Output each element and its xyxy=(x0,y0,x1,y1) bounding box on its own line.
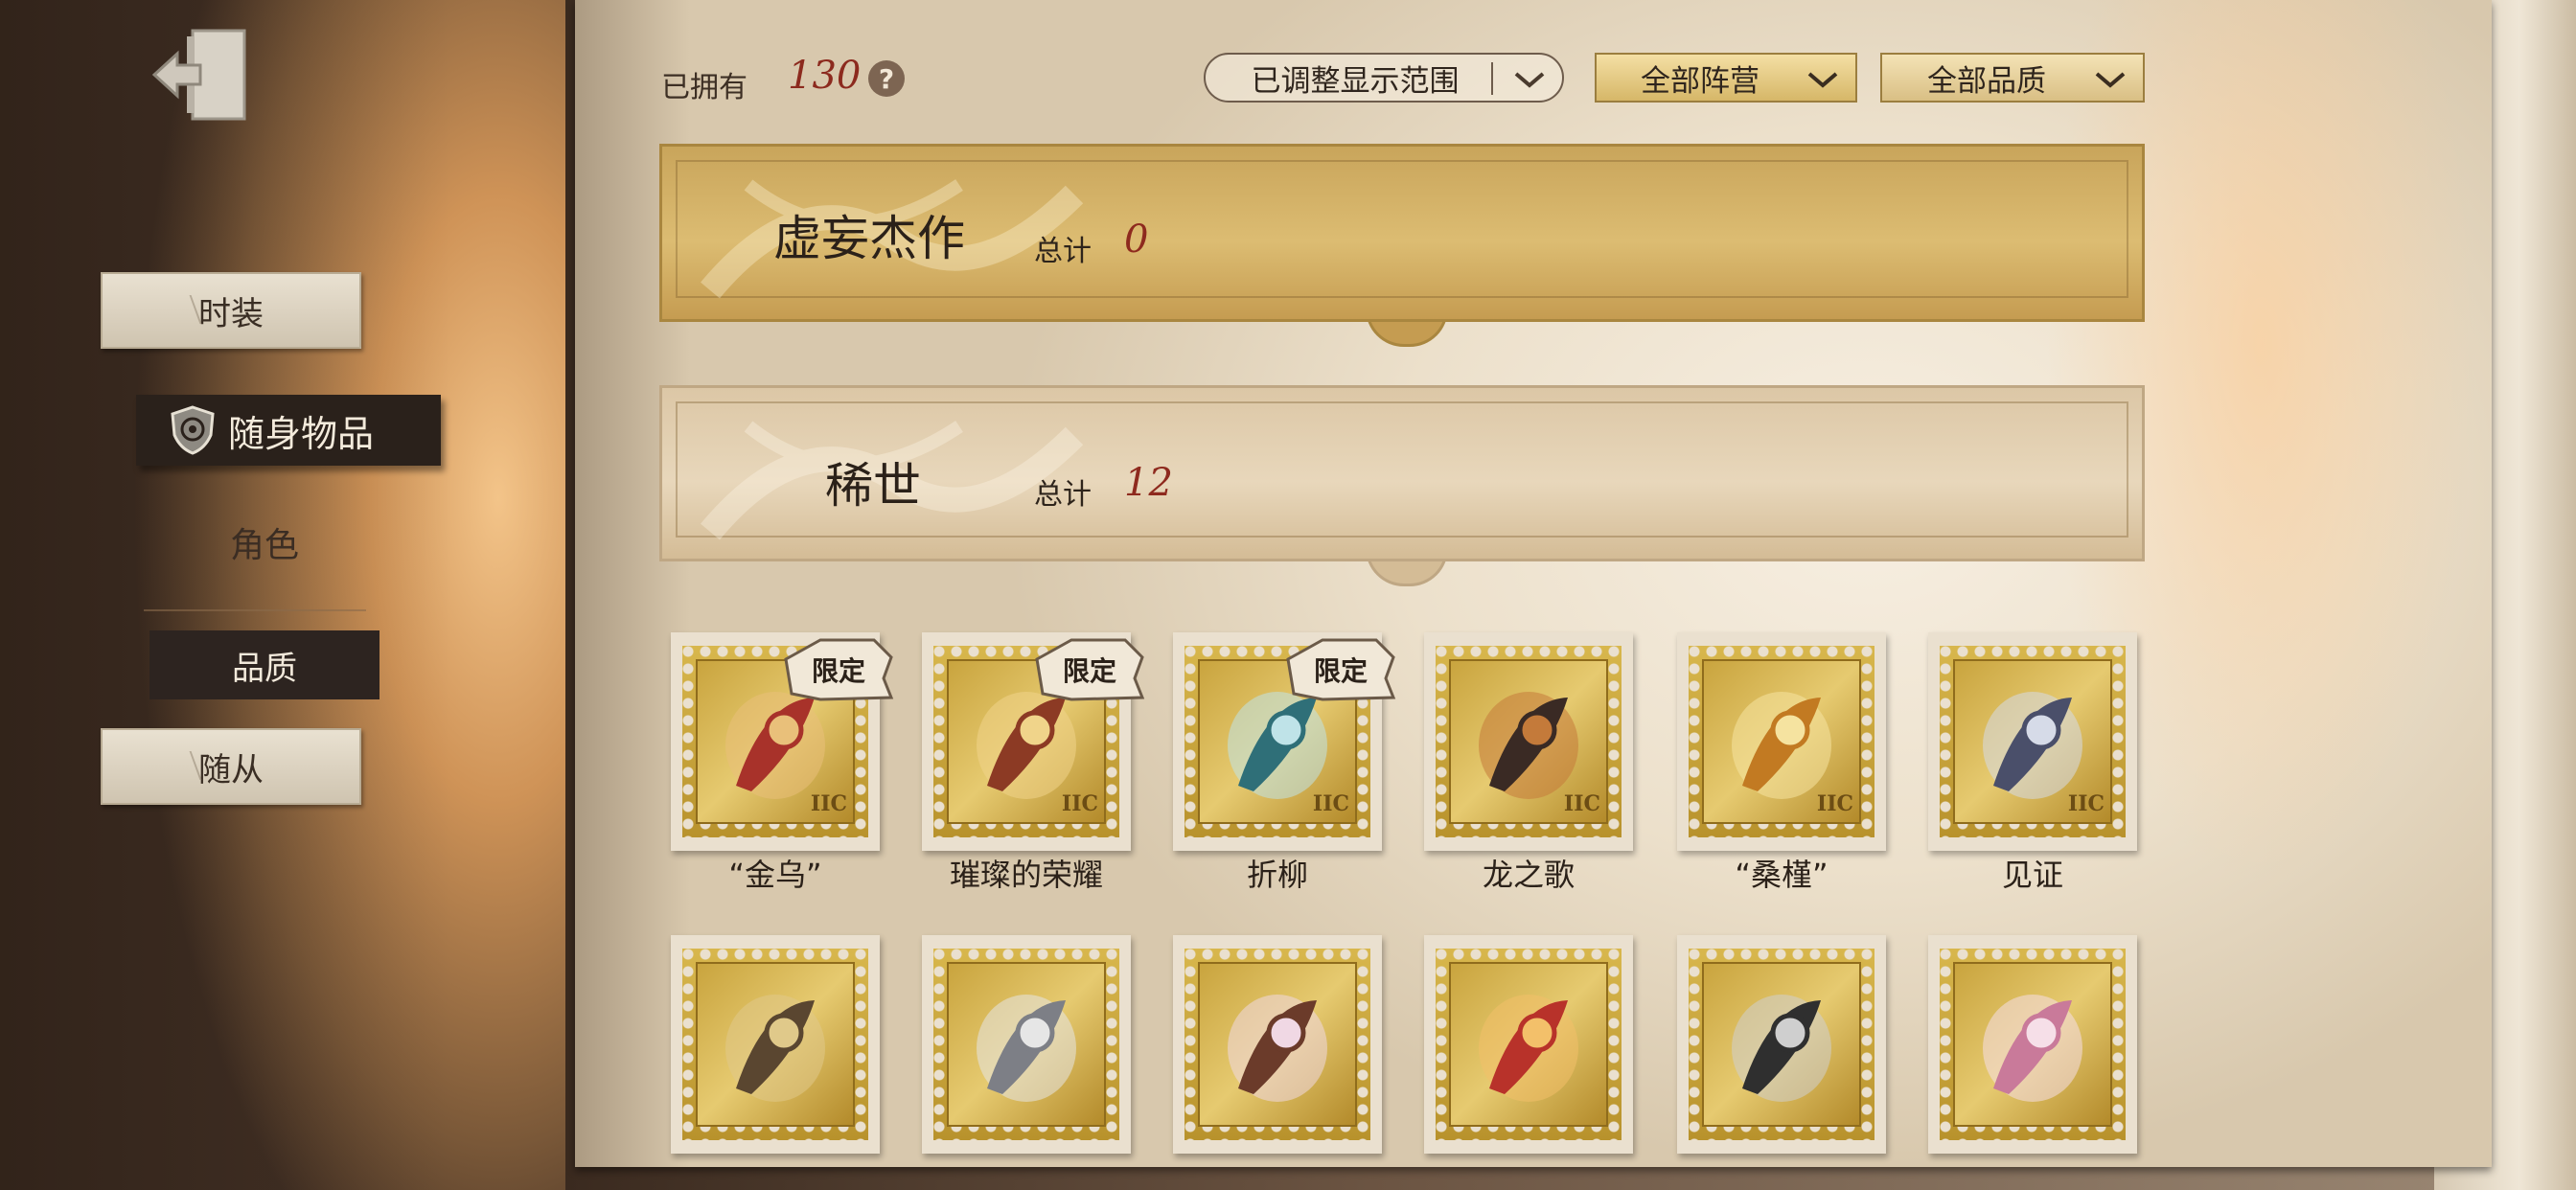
doll-icon xyxy=(1228,995,1327,1102)
sidebar-item-label: 品质 xyxy=(232,649,297,688)
item-name: “桑槿” xyxy=(1735,857,1828,893)
item-name: 见证 xyxy=(2001,857,2063,893)
banner-body: 虚妄杰作 总计 0 xyxy=(659,144,2145,322)
stamp-frame xyxy=(1940,949,2126,1140)
sidebar-item-quality[interactable]: 品质 xyxy=(150,630,380,699)
stamp-mark: IIC xyxy=(1312,791,1349,816)
phoenix-icon xyxy=(1479,995,1578,1102)
group-title: 稀世 xyxy=(825,458,921,514)
item-name: 折柳 xyxy=(1246,857,1308,893)
dropdown-label: 全部品质 xyxy=(1927,63,2046,99)
dropdown-separator xyxy=(1491,62,1493,95)
limited-tag: 限定 xyxy=(1284,636,1397,703)
sidebar-item-label: 随身物品 xyxy=(228,412,375,455)
group-total-value: 0 xyxy=(1124,217,1149,262)
banner-body: 稀世 总计 12 xyxy=(659,385,2145,561)
owned-count: 130 xyxy=(788,54,862,98)
help-icon[interactable]: ? xyxy=(868,60,905,97)
limited-tag-label: 限定 xyxy=(1313,655,1368,687)
group-total-label: 总计 xyxy=(1034,478,1092,512)
owned-label: 已拥有 xyxy=(661,71,748,104)
sidebar-item-accessories[interactable]: 随身物品 xyxy=(136,395,441,466)
quality-dropdown[interactable]: 全部品质 xyxy=(1880,53,2145,103)
stamp-frame xyxy=(1436,949,1622,1140)
limited-tag: 限定 xyxy=(1033,636,1146,703)
stamp-frame: IIC xyxy=(1436,646,1622,837)
sidebar-item-fashion[interactable]: 时装 xyxy=(101,272,361,349)
sidebar-item-character[interactable]: 角色 xyxy=(230,517,299,567)
faction-dropdown[interactable]: 全部阵营 xyxy=(1595,53,1857,103)
stamp-frame xyxy=(682,949,868,1140)
chevron-down-icon xyxy=(1514,72,1545,88)
group-total-value: 12 xyxy=(1124,461,1173,505)
sidebar-shade xyxy=(0,0,565,1190)
winged-helmet-icon xyxy=(977,995,1076,1102)
limited-tag-label: 限定 xyxy=(811,655,865,687)
group-total-label: 总计 xyxy=(1034,235,1092,268)
blossom-icon xyxy=(1983,995,2082,1102)
stamp-frame xyxy=(933,949,1119,1140)
stamp-frame: IIC xyxy=(1940,646,2126,837)
group-banner-rare[interactable]: 稀世 总计 12 xyxy=(659,385,2145,586)
stamp-mark: IIC xyxy=(2067,791,2104,816)
stamp-frame xyxy=(1689,949,1874,1140)
stamp-frame: IIC xyxy=(1689,646,1874,837)
dropdown-label: 已调整显示范围 xyxy=(1251,63,1460,99)
stamp-mark: IIC xyxy=(1563,791,1600,816)
chevron-down-icon xyxy=(2095,72,2126,88)
sidebar-item-follower[interactable]: 随从 xyxy=(101,728,361,805)
scroll-icon xyxy=(725,995,825,1102)
exit-icon[interactable] xyxy=(149,21,256,128)
chevron-down-icon xyxy=(1807,72,1838,88)
stamp-mark: IIC xyxy=(1816,791,1853,816)
group-banner-masterpiece[interactable]: 虚妄杰作 总计 0 xyxy=(659,144,2145,347)
dropdown-label: 全部阵营 xyxy=(1641,63,1760,99)
limited-tag: 限定 xyxy=(782,636,895,703)
group-title: 虚妄杰作 xyxy=(773,211,965,266)
sidebar: 时装 随身物品 角色 品质 随从 xyxy=(0,0,565,1190)
limited-tag-label: 限定 xyxy=(1062,655,1116,687)
stamp-frame xyxy=(1184,949,1370,1140)
item-name: 璀璨的荣耀 xyxy=(949,857,1103,893)
stamp-mark: IIC xyxy=(1061,791,1098,816)
item-name: “金乌” xyxy=(728,857,822,893)
item-name: 龙之歌 xyxy=(1482,857,1575,893)
stamp-mark: IIC xyxy=(810,791,847,816)
scythe-icon xyxy=(1732,995,1831,1102)
sidebar-divider xyxy=(144,609,366,611)
display-range-dropdown[interactable]: 已调整显示范围 xyxy=(1204,53,1564,103)
shield-icon xyxy=(171,405,215,455)
